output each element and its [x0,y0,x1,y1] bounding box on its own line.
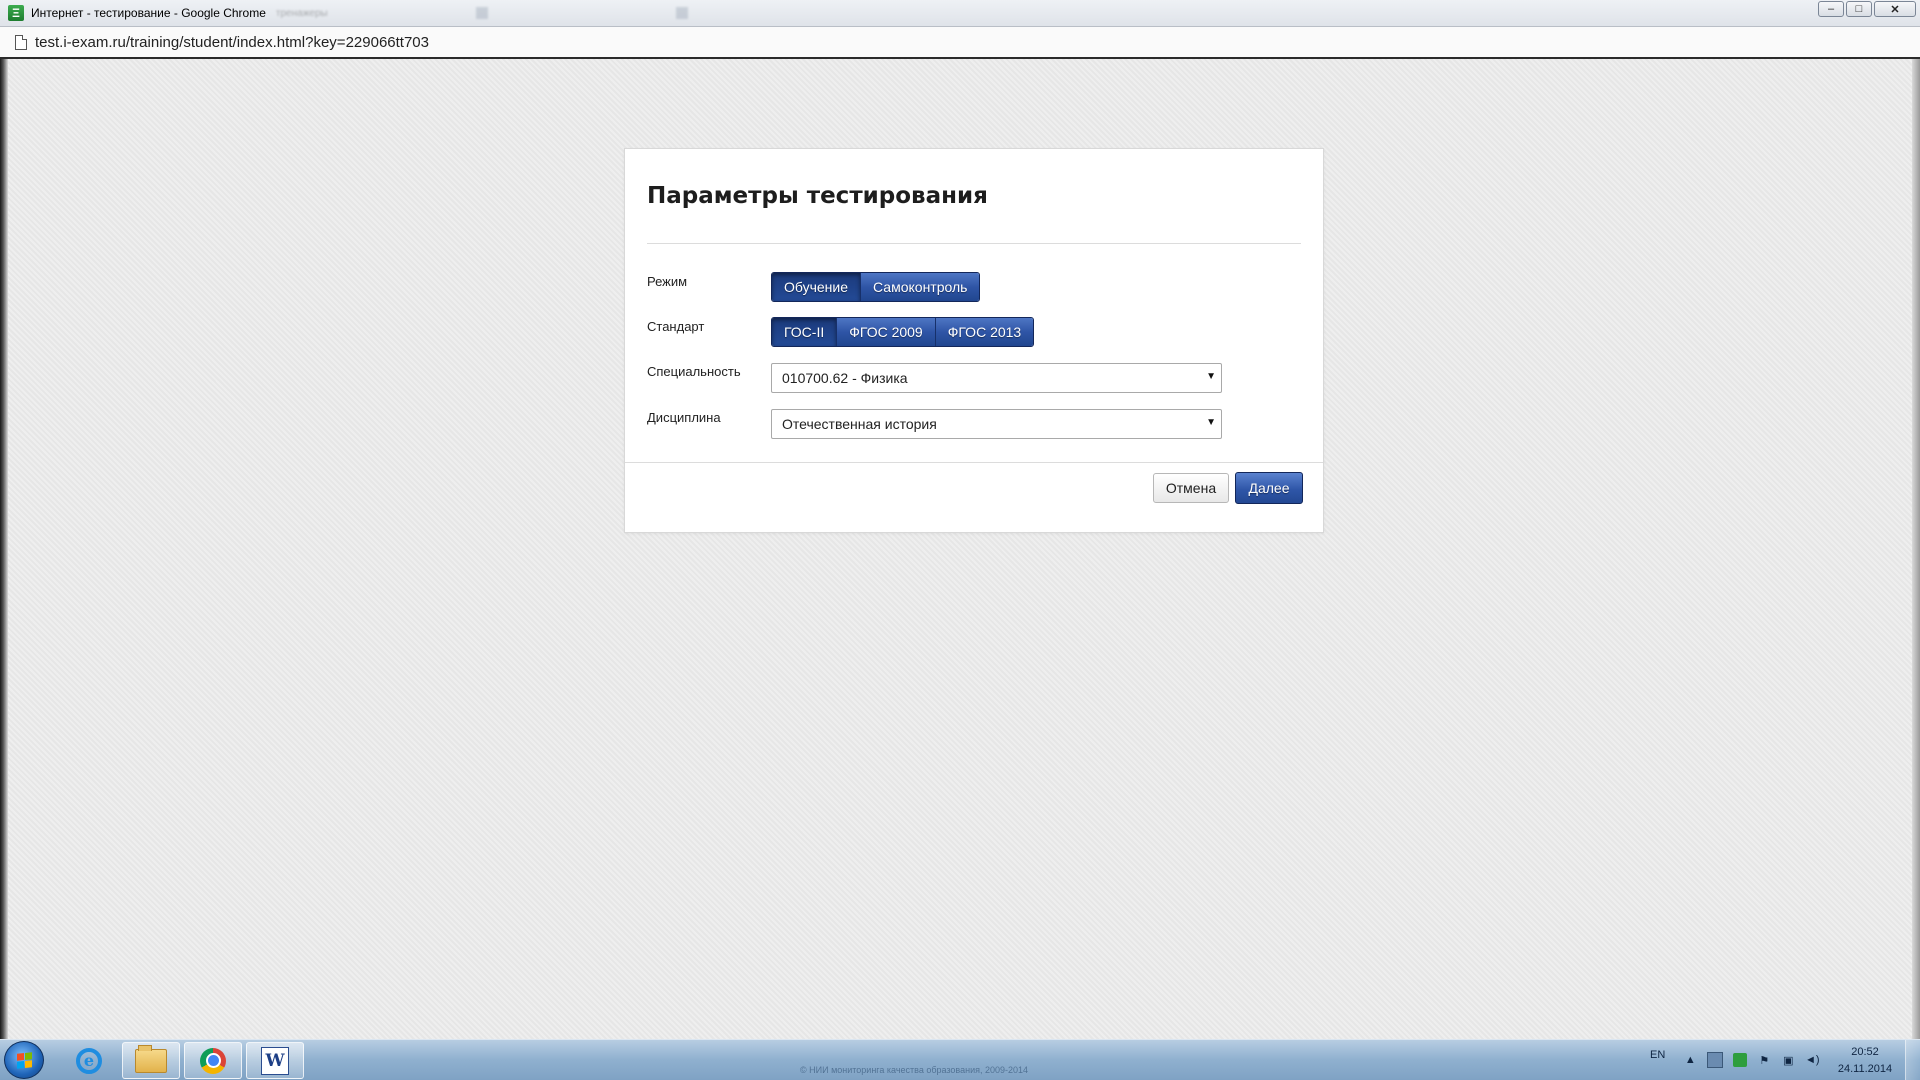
volume-icon[interactable]: ◄) [1805,1053,1820,1067]
clock-time: 20:52 [1851,1046,1879,1058]
tab-icon [675,7,688,19]
taskbar-chrome[interactable] [184,1042,242,1079]
mode-selfcheck-button[interactable]: Самоконтроль [861,273,980,301]
taskbar: e W © НИИ мониторинга качества образован… [0,1039,1920,1080]
next-button[interactable]: Далее [1235,472,1303,504]
taskbar-word[interactable]: W [246,1042,304,1079]
clock-date: 24.11.2014 [1837,1063,1893,1075]
background-tab[interactable] [475,5,666,21]
taskbar-explorer[interactable] [122,1042,180,1079]
clock[interactable]: 20:52 24.11.2014 [1835,1044,1895,1078]
page-content: Параметры тестирования Режим Обучение Са… [8,59,1912,1039]
dialog-footer-divider [625,462,1323,463]
standard-fgos2013-button[interactable]: ФГОС 2013 [935,318,1034,346]
dropdown-arrow-icon: ▼ [1206,417,1216,428]
dialog-title: Параметры тестирования [647,183,988,209]
mode-label: Режим [647,274,688,289]
tab-icon [475,7,488,19]
window-title: Интернет - тестирование - Google Chrome [31,6,266,20]
window-title-bar: Ξ Интернет - тестирование - Google Chrom… [0,0,1920,27]
update-tray-icon[interactable] [1733,1053,1748,1067]
minimize-button[interactable]: – [1818,1,1844,17]
window-left-edge [0,59,8,1039]
show-hidden-icons-icon[interactable]: ▲ [1683,1053,1697,1067]
standard-label: Стандарт [647,319,705,334]
network-tray-icon[interactable] [1707,1052,1724,1068]
background-tab[interactable]: тренажеры [276,5,466,21]
test-parameters-dialog: Параметры тестирования Режим Обучение Са… [624,148,1324,533]
mode-training-button[interactable]: Обучение [772,273,862,301]
language-indicator[interactable]: EN [1650,1049,1665,1061]
background-tabs: тренажеры [276,5,876,21]
word-icon: W [261,1046,289,1075]
chrome-icon [200,1047,226,1074]
mode-button-group: Обучение Самоконтроль [771,272,981,302]
show-desktop-button[interactable] [1905,1040,1920,1080]
specialty-value: 010700.62 - Физика [782,370,908,386]
background-tab[interactable] [675,5,866,21]
discipline-select[interactable]: Отечественная история ▼ [771,409,1222,439]
divider [647,243,1301,244]
cancel-button[interactable]: Отмена [1153,473,1229,503]
standard-button-group: ГОС-II ФГОС 2009 ФГОС 2013 [771,317,1035,347]
taskbar-ie[interactable]: e [60,1042,118,1079]
monitor-tray-icon[interactable]: ▣ [1781,1053,1795,1067]
address-bar[interactable]: test.i-exam.ru/training/student/index.ht… [0,27,1920,59]
background-tab-label: тренажеры [275,7,328,19]
standard-gos2-button[interactable]: ГОС-II [772,318,838,346]
file-explorer-icon [135,1044,167,1073]
maximize-button[interactable]: □ [1846,1,1872,17]
discipline-value: Отечественная история [782,416,937,432]
system-tray: EN ▲ ⚑ ▣ ◄) [1650,1040,1829,1080]
dropdown-arrow-icon: ▼ [1206,371,1216,382]
standard-fgos2009-button[interactable]: ФГОС 2009 [837,318,936,346]
specialty-select[interactable]: 010700.62 - Физика ▼ [771,363,1222,393]
url-text[interactable]: test.i-exam.ru/training/student/index.ht… [35,34,429,51]
discipline-label: Дисциплина [647,410,721,425]
action-center-flag-icon[interactable]: ⚑ [1757,1053,1771,1067]
specialty-label: Специальность [647,364,741,379]
window-right-edge [1912,59,1920,1039]
window-controls: – □ ✕ [1818,1,1916,17]
internet-explorer-icon: e [76,1047,102,1074]
start-button[interactable] [4,1041,44,1079]
page-icon [15,34,27,50]
close-button[interactable]: ✕ [1874,1,1916,17]
page-footer-text: © НИИ мониторинга качества образования, … [800,1065,1029,1075]
windows-logo-icon [16,1051,32,1069]
app-icon: Ξ [8,5,24,21]
